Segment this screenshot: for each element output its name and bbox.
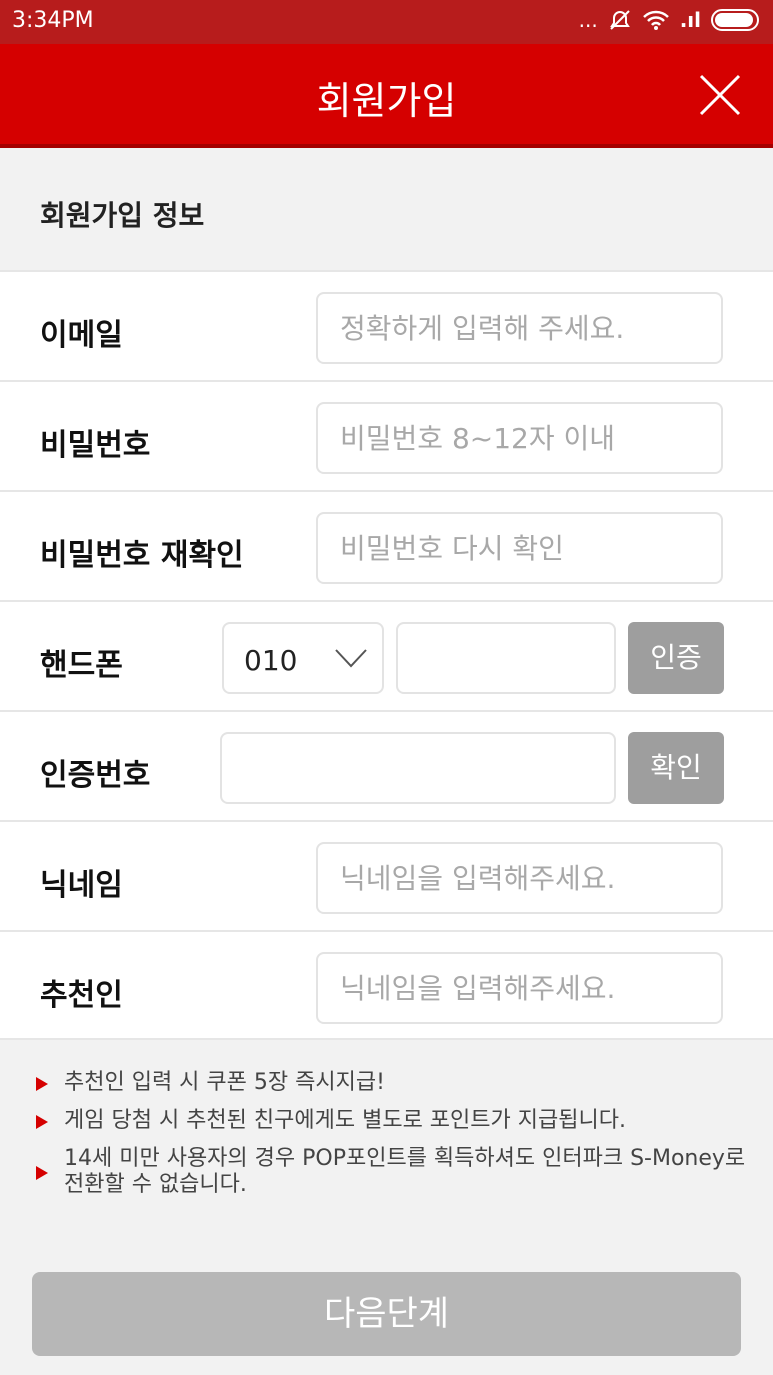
- nickname-label: 닉네임: [40, 868, 123, 903]
- close-icon[interactable]: [697, 72, 743, 118]
- status-time: 3:34PM: [12, 8, 94, 33]
- referrer-input[interactable]: [316, 952, 723, 1024]
- note-item: 추천인 입력 시 쿠폰 5장 즉시지급!: [36, 1070, 746, 1096]
- more-dots-icon: ...: [578, 8, 598, 32]
- notes-list: 추천인 입력 시 쿠폰 5장 즉시지급! 게임 당첨 시 추천된 친구에게도 별…: [36, 1070, 746, 1210]
- verification-code-input[interactable]: [220, 732, 616, 804]
- section-title: 회원가입 정보: [40, 199, 205, 232]
- phone-row: 핸드폰 010 인증: [0, 600, 773, 710]
- phone-prefix-select[interactable]: 010: [222, 622, 384, 694]
- triangle-bullet-icon: [36, 1115, 48, 1129]
- status-bar: 3:34PM ... .ıl: [0, 0, 773, 44]
- phone-label: 핸드폰: [40, 648, 123, 683]
- password-row: 비밀번호: [0, 380, 773, 490]
- verify-button[interactable]: 인증: [628, 622, 724, 694]
- password-label: 비밀번호: [40, 428, 151, 463]
- next-step-button[interactable]: 다음단계: [32, 1272, 741, 1356]
- confirm-button[interactable]: 확인: [628, 732, 724, 804]
- note-text: 추천인 입력 시 쿠폰 5장 즉시지급!: [64, 1070, 385, 1095]
- password-input[interactable]: [316, 402, 723, 474]
- password-confirm-input[interactable]: [316, 512, 723, 584]
- mute-icon: [609, 10, 630, 30]
- triangle-bullet-icon: [36, 1166, 48, 1180]
- password-confirm-row: 비밀번호 재확인: [0, 490, 773, 600]
- signal-icon: .ıl: [679, 8, 701, 32]
- page-title: 회원가입: [316, 79, 457, 123]
- email-label: 이메일: [40, 318, 123, 353]
- phone-number-input[interactable]: [396, 622, 616, 694]
- verification-label: 인증번호: [40, 758, 151, 793]
- triangle-bullet-icon: [36, 1077, 48, 1091]
- note-text: 게임 당첨 시 추천된 친구에게도 별도로 포인트가 지급됩니다.: [64, 1108, 626, 1133]
- referrer-label: 추천인: [40, 978, 123, 1013]
- email-row: 이메일: [0, 270, 773, 380]
- status-icons: ... .ıl: [579, 8, 759, 32]
- phone-prefix-value: 010: [244, 644, 298, 677]
- nickname-row: 닉네임: [0, 820, 773, 930]
- email-input[interactable]: [316, 292, 723, 364]
- battery-icon: [711, 9, 759, 31]
- app-header: 회원가입: [0, 44, 773, 148]
- referrer-row: 추천인: [0, 930, 773, 1040]
- verification-row: 인증번호 확인: [0, 710, 773, 820]
- note-item: 14세 미만 사용자의 경우 POP포인트를 획득하셔도 인터파크 S-Mone…: [36, 1146, 746, 1198]
- chevron-down-icon: [335, 649, 367, 668]
- signup-form: 이메일 비밀번호 비밀번호 재확인 핸드폰 010 인증 인증번호 확인 닉네임…: [0, 270, 773, 1040]
- nickname-input[interactable]: [316, 842, 723, 914]
- note-item: 게임 당첨 시 추천된 친구에게도 별도로 포인트가 지급됩니다.: [36, 1108, 746, 1134]
- password-confirm-label: 비밀번호 재확인: [40, 538, 244, 573]
- note-text: 14세 미만 사용자의 경우 POP포인트를 획득하셔도 인터파크 S-Mone…: [64, 1146, 746, 1197]
- wifi-icon: [642, 10, 669, 30]
